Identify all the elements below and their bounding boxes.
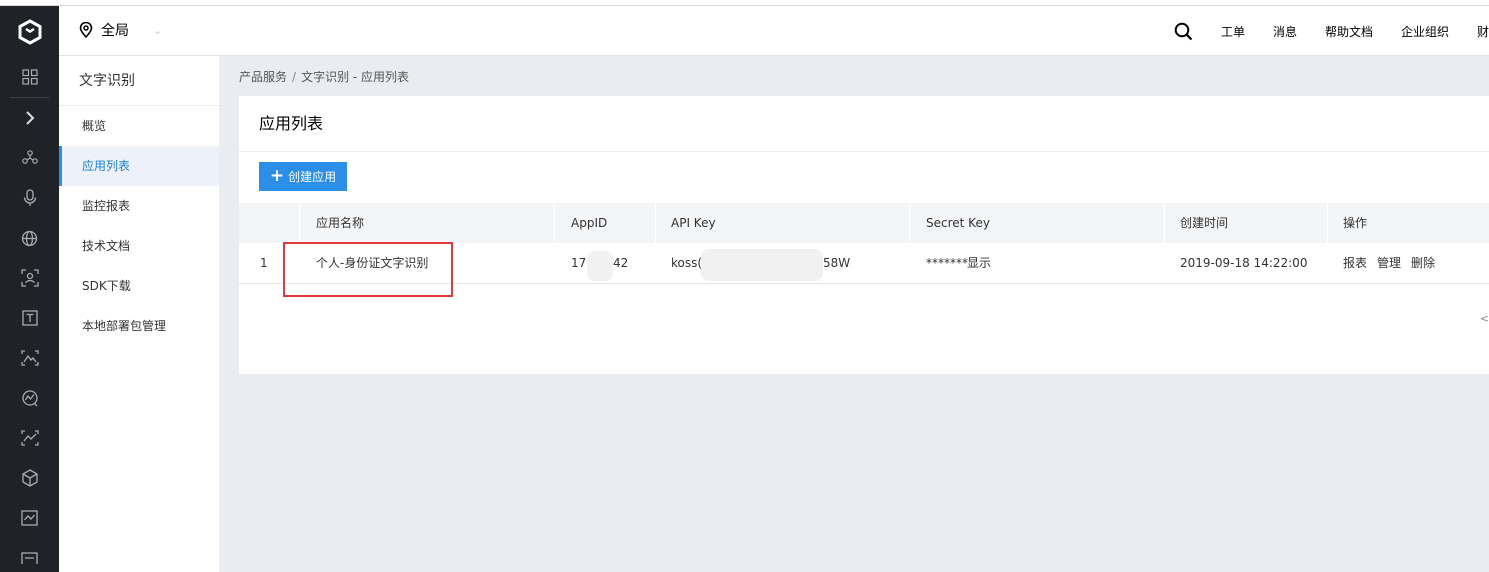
sidebar-item-monitoring[interactable]: 监控报表 xyxy=(59,186,219,226)
chevron-down-icon: ⌄ xyxy=(153,23,163,37)
breadcrumb-current: 文字识别 - 应用列表 xyxy=(301,70,410,84)
apikey-prefix: koss( xyxy=(671,256,703,270)
top-header: 全局 ⌄ 工单 消息 帮助文档 企业组织 财 xyxy=(59,6,1489,56)
col-secret-key: Secret Key xyxy=(926,216,990,230)
sidebar-title: 文字识别 xyxy=(59,56,219,106)
globe-icon[interactable] xyxy=(0,218,59,258)
col-api-key: API Key xyxy=(671,216,716,230)
region-label: 全局 xyxy=(101,23,129,39)
location-pin-icon xyxy=(79,22,93,38)
apikey-redaction xyxy=(701,249,823,281)
sidebar-item-local-deploy[interactable]: 本地部署包管理 xyxy=(59,306,219,346)
col-created: 创建时间 xyxy=(1180,216,1229,230)
col-app-name: 应用名称 xyxy=(316,216,365,230)
search-icon[interactable] xyxy=(1174,22,1193,41)
text-icon[interactable] xyxy=(0,298,59,338)
monitor-icon[interactable] xyxy=(0,498,59,538)
column-divider xyxy=(1327,203,1328,243)
col-appid: AppID xyxy=(571,216,608,230)
logo-icon[interactable] xyxy=(0,6,59,57)
appid-prefix: 17 xyxy=(571,256,587,270)
app-list-panel: 应用列表 + 创建应用 应用名称 AppID API Key Secret Ke… xyxy=(239,96,1489,374)
sidebar-item-overview[interactable]: 概览 xyxy=(59,106,219,146)
table-header: 应用名称 AppID API Key Secret Key 创建时间 操作 xyxy=(239,203,1489,243)
cube-icon[interactable] xyxy=(0,458,59,498)
image-icon[interactable] xyxy=(0,338,59,378)
apikey-suffix: 58W xyxy=(823,256,851,270)
region-selector[interactable]: 全局 ⌄ xyxy=(79,20,162,40)
sidebar-item-docs[interactable]: 技术文档 xyxy=(59,226,219,266)
highlight-box xyxy=(283,242,453,297)
create-app-button[interactable]: + 创建应用 xyxy=(259,162,347,191)
microphone-icon[interactable] xyxy=(0,178,59,218)
face-scan-icon[interactable] xyxy=(0,258,59,298)
nodes-icon[interactable] xyxy=(0,138,59,178)
manage-link[interactable]: 管理 xyxy=(1377,243,1401,283)
dashboard-icon[interactable] xyxy=(0,57,59,97)
column-divider xyxy=(909,203,910,243)
plus-icon: + xyxy=(269,166,285,186)
more-icon[interactable] xyxy=(0,538,59,572)
pager-prev[interactable]: < xyxy=(1480,312,1489,325)
nav-messages[interactable]: 消息 xyxy=(1273,23,1297,40)
sidebar-item-sdk[interactable]: SDK下载 xyxy=(59,266,219,306)
chevron-right-icon[interactable] xyxy=(0,98,59,138)
created-time: 2019-09-18 14:22:00 xyxy=(1180,256,1308,270)
nav-help-docs[interactable]: 帮助文档 xyxy=(1325,23,1373,40)
appid-suffix: 42 xyxy=(613,256,629,270)
delete-link[interactable]: 删除 xyxy=(1411,243,1435,283)
icon-rail xyxy=(0,6,59,572)
create-app-label: 创建应用 xyxy=(288,170,337,184)
page-title: 应用列表 xyxy=(239,96,1489,152)
sidebar-item-app-list[interactable]: 应用列表 xyxy=(59,146,219,186)
show-secret-link[interactable]: 显示 xyxy=(967,243,991,283)
nav-organization[interactable]: 企业组织 xyxy=(1401,23,1449,40)
breadcrumb-separator: / xyxy=(292,70,297,84)
col-actions: 操作 xyxy=(1343,216,1368,230)
header-nav: 工单 消息 帮助文档 企业组织 财 xyxy=(1174,6,1489,56)
product-sidebar: 文字识别 概览 应用列表 监控报表 技术文档 SDK下载 本地部署包管理 xyxy=(59,56,219,572)
breadcrumb: 产品服务 / 文字识别 - 应用列表 xyxy=(239,68,409,85)
report-link[interactable]: 报表 xyxy=(1343,243,1367,283)
column-divider xyxy=(1164,203,1165,243)
breadcrumb-root[interactable]: 产品服务 xyxy=(239,70,287,84)
vision-icon[interactable] xyxy=(0,418,59,458)
nav-tickets[interactable]: 工单 xyxy=(1221,23,1245,40)
appid-redaction xyxy=(587,251,613,281)
row-index: 1 xyxy=(260,256,268,270)
column-divider xyxy=(554,203,555,243)
column-divider xyxy=(655,203,656,243)
chart-icon[interactable] xyxy=(0,378,59,418)
secret-key-mask: ******* xyxy=(926,256,968,270)
column-divider xyxy=(299,203,300,243)
nav-finance[interactable]: 财 xyxy=(1477,23,1489,40)
